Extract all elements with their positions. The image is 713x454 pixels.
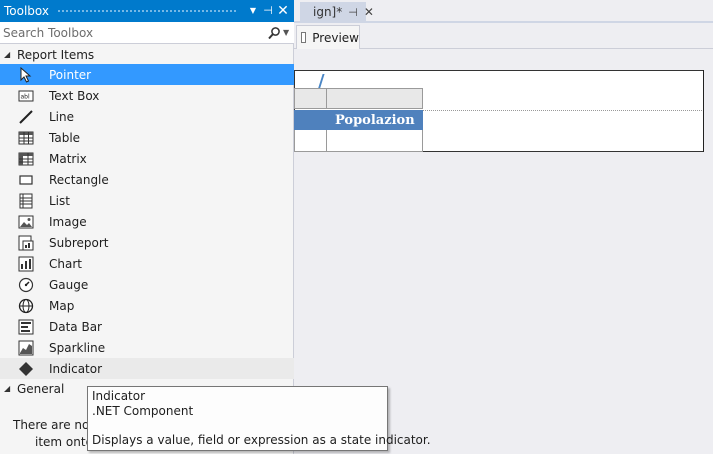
tool-chart[interactable]: Chart bbox=[0, 253, 294, 274]
tool-label: List bbox=[49, 193, 70, 208]
tool-label: Gauge bbox=[49, 277, 89, 292]
tooltip-title: Indicator bbox=[92, 389, 146, 403]
search-box: ▼ bbox=[0, 22, 294, 44]
search-icon[interactable] bbox=[267, 26, 281, 40]
line-icon bbox=[19, 109, 33, 124]
image-icon bbox=[18, 215, 34, 228]
drag-grip[interactable] bbox=[57, 8, 238, 14]
table-cell[interactable] bbox=[294, 110, 327, 130]
gauge-icon bbox=[18, 277, 34, 292]
toolbox-title: Toolbox bbox=[4, 4, 49, 18]
group-report-items[interactable]: ◢ Report Items bbox=[0, 44, 294, 65]
close-icon[interactable]: ✕ bbox=[364, 5, 374, 19]
tool-label: Chart bbox=[49, 256, 82, 271]
tool-line[interactable]: Line bbox=[0, 106, 294, 127]
svg-text:abl: abl bbox=[21, 93, 30, 100]
tool-label: Map bbox=[49, 298, 75, 313]
table-cell[interactable] bbox=[326, 130, 423, 152]
tool-label: Table bbox=[49, 130, 81, 145]
tooltip-type: .NET Component bbox=[92, 404, 194, 418]
tool-label: Indicator bbox=[49, 361, 103, 376]
tooltip-description: Displays a value, field or expression as… bbox=[92, 433, 431, 447]
tool-label: Subreport bbox=[49, 235, 109, 250]
table-icon bbox=[18, 131, 34, 144]
tool-label: Rectangle bbox=[49, 172, 109, 187]
table-handle-row[interactable] bbox=[294, 88, 423, 109]
subreport-icon bbox=[18, 235, 34, 250]
group-label: General bbox=[17, 381, 65, 396]
tool-image[interactable]: Image bbox=[0, 211, 294, 232]
databar-icon bbox=[18, 319, 34, 334]
tool-label: Matrix bbox=[49, 151, 87, 166]
tool-label: Sparkline bbox=[49, 340, 106, 355]
tooltip: Indicator .NET Component Displays a valu… bbox=[87, 386, 431, 451]
tool-text-box[interactable]: abl Text Box bbox=[0, 85, 294, 106]
tool-sparkline[interactable]: Sparkline bbox=[0, 337, 294, 358]
search-options-icon[interactable]: ▼ bbox=[283, 28, 291, 37]
indicator-icon bbox=[19, 361, 33, 376]
window-options-icon[interactable]: ▼ bbox=[246, 3, 260, 19]
expand-triangle-icon[interactable]: ◢ bbox=[4, 50, 17, 59]
tool-label: Image bbox=[49, 214, 87, 229]
matrix-icon bbox=[18, 152, 34, 165]
pointer-icon bbox=[20, 66, 32, 83]
tool-indicator[interactable]: Indicator bbox=[0, 358, 294, 379]
tool-label: Pointer bbox=[49, 67, 92, 82]
tool-list[interactable]: List bbox=[0, 190, 294, 211]
tool-data-bar[interactable]: Data Bar bbox=[0, 316, 294, 337]
tool-rectangle[interactable]: Rectangle bbox=[0, 169, 294, 190]
toolbox-title-bar[interactable]: Toolbox ▼ ⊣ ✕ bbox=[0, 0, 294, 22]
report-title-fragment: / bbox=[318, 71, 325, 92]
map-icon bbox=[18, 298, 34, 313]
tool-label: Text Box bbox=[49, 88, 100, 103]
list-icon bbox=[19, 193, 33, 208]
group-label: Report Items bbox=[17, 47, 95, 62]
report-border bbox=[703, 70, 704, 152]
table-handle-cell[interactable] bbox=[294, 88, 327, 109]
document-icon bbox=[301, 32, 307, 43]
rectangle-icon bbox=[19, 174, 33, 185]
chart-icon bbox=[18, 256, 34, 271]
pin-icon[interactable]: ⊣ bbox=[261, 3, 275, 19]
document-tab[interactable]: ign]* ⊣ ✕ bbox=[300, 2, 374, 22]
table-cell[interactable] bbox=[294, 130, 327, 152]
tab-preview[interactable]: Preview bbox=[296, 25, 360, 49]
tool-matrix[interactable]: Matrix bbox=[0, 148, 294, 169]
tool-label: Line bbox=[49, 109, 75, 124]
sparkline-icon bbox=[18, 340, 34, 355]
table-handle-cell[interactable] bbox=[326, 88, 423, 109]
tool-subreport[interactable]: Subreport bbox=[0, 232, 294, 253]
tool-gauge[interactable]: Gauge bbox=[0, 274, 294, 295]
table-header-cell[interactable]: Popolazion bbox=[326, 110, 423, 130]
tool-table[interactable]: Table bbox=[0, 127, 294, 148]
expand-triangle-icon[interactable]: ◢ bbox=[4, 384, 17, 393]
tab-preview-label: Preview bbox=[312, 30, 359, 45]
textbox-icon: abl bbox=[18, 90, 34, 101]
tool-label: Data Bar bbox=[49, 319, 102, 334]
tool-pointer[interactable]: Pointer bbox=[0, 64, 294, 85]
search-input[interactable] bbox=[0, 22, 267, 43]
pin-icon[interactable]: ⊣ bbox=[348, 6, 358, 19]
close-icon[interactable]: ✕ bbox=[276, 3, 290, 19]
tool-map[interactable]: Map bbox=[0, 295, 294, 316]
document-tab-label: ign]* bbox=[313, 5, 343, 19]
